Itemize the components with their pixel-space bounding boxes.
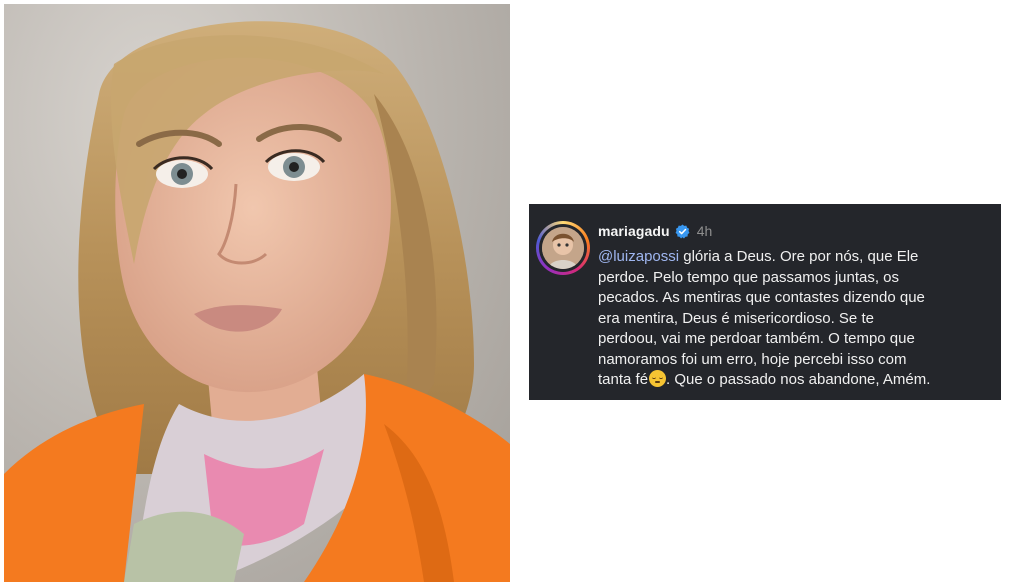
verified-badge-icon <box>675 223 690 239</box>
relieved-face-emoji-icon <box>649 370 667 387</box>
avatar[interactable] <box>536 221 590 275</box>
comment-text: @luizapossi glória a Deus. Ore por nós, … <box>598 247 994 391</box>
comment-line-4: era mentira, Deus é misericordioso. Se t… <box>598 309 874 327</box>
comment-timestamp: 4h <box>696 223 713 239</box>
comment-line-5: perdoou, vai me perdoar também. O tempo … <box>598 330 915 347</box>
comment-line-2: perdoe. Pelo tempo que passamos juntas, … <box>598 268 900 286</box>
username[interactable]: mariagadu <box>598 223 670 239</box>
comment-line-3: pecados. As mentiras que contastes dizen… <box>598 289 925 306</box>
comment-line-6: namoramos foi um erro, hoje percebi isso… <box>598 350 907 368</box>
comment-line-1: glória a Deus. Ore por nós, que Ele <box>679 248 919 265</box>
portrait-illustration <box>4 21 510 582</box>
avatar-image <box>542 227 584 269</box>
mention-link[interactable]: @luizapossi <box>598 248 679 265</box>
comment-line-7-end: . Que o passado nos abandone, Amém. <box>666 371 931 388</box>
instagram-comment-card: mariagadu 4h @luizapossi glória a Deus. … <box>529 204 1001 400</box>
comment-header: mariagadu 4h <box>598 223 712 239</box>
woman-portrait-photo <box>4 4 510 582</box>
comment-line-7: tanta fé <box>598 371 649 388</box>
